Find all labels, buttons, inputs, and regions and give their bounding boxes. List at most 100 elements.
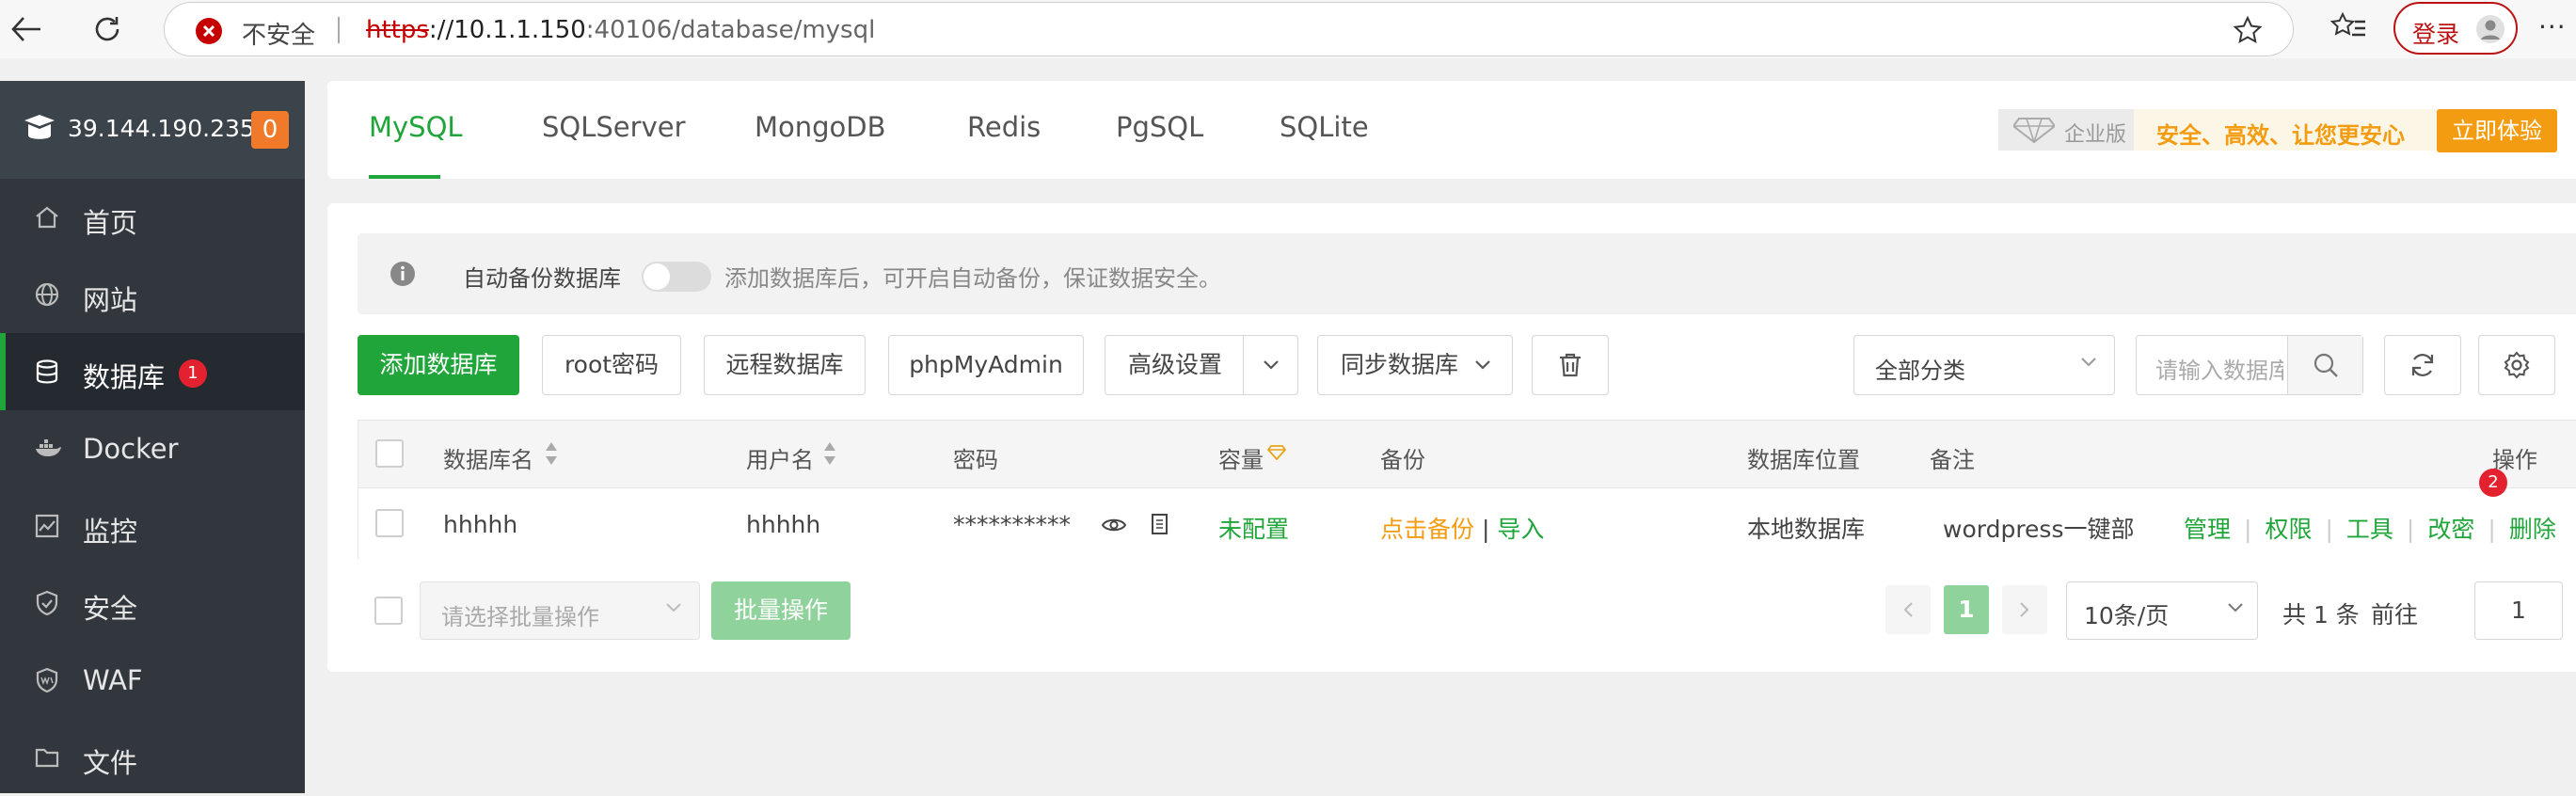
row-checkbox[interactable] (375, 509, 404, 537)
server-count-badge: 0 (251, 111, 289, 149)
sidebar-item-label: WAF (83, 664, 143, 696)
url-host: ://10.1.1.150 (428, 16, 586, 44)
permission-link[interactable]: 权限 (2265, 516, 2312, 543)
sidebar-item-waf[interactable]: WAF (0, 642, 305, 719)
col-remark: 备注 (1930, 447, 1975, 473)
advanced-settings-button[interactable]: 高级设置 (1105, 335, 1298, 395)
settings-button[interactable] (2478, 335, 2555, 395)
tab-mongodb[interactable]: MongoDB (755, 111, 886, 143)
prev-page-button[interactable] (1885, 585, 1931, 634)
add-database-button[interactable]: 添加数据库 (358, 335, 519, 395)
tab-pgsql[interactable]: PgSQL (1116, 111, 1203, 143)
address-bar[interactable]: 不安全 https://10.1.1.150:40106/database/my… (164, 2, 2294, 56)
show-password-eye-icon[interactable] (1102, 516, 1126, 534)
search-button[interactable] (2287, 336, 2362, 394)
backup-separator: | (1481, 516, 1490, 543)
page-size-value: 10条/页 (2084, 602, 2170, 629)
col-database-name[interactable]: 数据库名 (443, 441, 533, 474)
next-page-button[interactable] (2002, 585, 2047, 634)
sidebar-item-label: 安全 (83, 593, 138, 625)
sidebar-item-docker[interactable]: Docker (0, 410, 305, 487)
search-placeholder: 请输入数据库名称/备注 (2155, 358, 2283, 384)
sidebar-item-security[interactable]: 安全 (0, 565, 305, 642)
active-tab-indicator (369, 175, 440, 179)
profile-avatar-icon (2476, 15, 2504, 43)
select-all-checkbox[interactable] (375, 439, 404, 468)
folder-icon (35, 748, 59, 768)
table-row: hhhhh hhhhh ********** 未配置 点击备份 | 导入 本地数… (358, 469, 2576, 559)
category-value: 全部分类 (1875, 358, 1965, 384)
docker-icon (36, 439, 61, 456)
browser-chrome: 不安全 https://10.1.1.150:40106/database/my… (0, 0, 2576, 58)
current-page[interactable]: 1 (1944, 585, 1989, 634)
reload-button[interactable] (87, 8, 128, 50)
sidebar-item-monitor[interactable]: 监控 (0, 487, 305, 565)
favorites-icon[interactable] (2330, 10, 2367, 44)
auto-backup-toggle[interactable] (642, 262, 711, 292)
server-header[interactable]: 39.144.190.235 0 (0, 81, 305, 179)
category-select[interactable]: 全部分类 (1853, 335, 2115, 395)
change-password-link[interactable]: 改密 (2427, 516, 2474, 543)
tab-sqlserver[interactable]: SQLServer (542, 111, 686, 143)
info-icon (390, 262, 415, 286)
login-button[interactable]: 登录 (2393, 2, 2518, 55)
sidebar-item-home[interactable]: 首页 (0, 179, 305, 256)
sidebar-item-database[interactable]: 数据库 1 (0, 333, 305, 410)
root-password-button[interactable]: root密码 (542, 335, 681, 395)
col-password: 密码 (953, 447, 998, 473)
action-divider: | (2325, 516, 2333, 543)
database-search[interactable]: 请输入数据库名称/备注 (2136, 335, 2363, 395)
remote-database-button[interactable]: 远程数据库 (704, 335, 866, 395)
col-username[interactable]: 用户名 (746, 441, 814, 474)
delete-link[interactable]: 删除 (2509, 516, 2556, 543)
login-label: 登录 (2412, 21, 2460, 48)
enterprise-banner[interactable]: 企业版 安全、高效、让您更安心 (1998, 109, 2469, 151)
actions-notification-badge: 2 (2479, 469, 2507, 497)
cell-username: hhhhh (746, 511, 821, 538)
bulk-action-button[interactable]: 批量操作 (711, 581, 851, 640)
chevron-left-icon (1903, 602, 1913, 617)
sort-icon[interactable] (543, 439, 560, 468)
cell-remark[interactable]: wordpress一键部 (1943, 511, 2144, 545)
chevron-down-icon (2228, 603, 2243, 613)
browser-menu-button[interactable]: ··· (2538, 11, 2567, 42)
goto-page-input[interactable]: 1 (2474, 581, 2563, 640)
recycle-bin-button[interactable] (1532, 335, 1609, 395)
footer-select-all-checkbox[interactable] (374, 597, 403, 625)
copy-password-icon[interactable] (1149, 513, 1169, 537)
server-ip: 39.144.190.235 (68, 115, 255, 142)
backup-now-link[interactable]: 点击备份 (1380, 516, 1474, 543)
chevron-down-icon (2081, 358, 2096, 367)
bulk-action-select[interactable]: 请选择批量操作 (420, 581, 700, 640)
sidebar-item-files[interactable]: 文件 (0, 719, 305, 796)
back-button[interactable] (6, 8, 47, 50)
page-size-select[interactable]: 10条/页 (2066, 581, 2258, 640)
sidebar-item-website[interactable]: 网站 (0, 256, 305, 333)
table-header: 数据库名 用户名 密码 容量 备份 数据库位置 备注 操作 (358, 421, 2576, 488)
shield-icon (36, 590, 58, 616)
import-link[interactable]: 导入 (1497, 516, 1544, 543)
sort-icon[interactable] (821, 439, 838, 468)
tools-link[interactable]: 工具 (2346, 516, 2393, 543)
tab-sqlite[interactable]: SQLite (1280, 111, 1369, 143)
chevron-down-icon (1263, 360, 1279, 370)
bulk-action-placeholder: 请选择批量操作 (441, 604, 599, 630)
insecure-label: 不安全 (242, 22, 316, 50)
advanced-settings-label: 高级设置 (1128, 351, 1223, 378)
gear-icon (2504, 351, 2530, 379)
try-now-button[interactable]: 立即体验 (2437, 109, 2557, 152)
refresh-button[interactable] (2384, 335, 2461, 395)
bookmark-star-icon[interactable] (2233, 15, 2263, 45)
tab-redis[interactable]: Redis (967, 111, 1041, 143)
sidebar-item-label: Docker (83, 433, 179, 465)
chevron-down-icon (1475, 360, 1490, 370)
reload-icon (95, 17, 119, 41)
auto-backup-label: 自动备份数据库 (463, 265, 621, 292)
cell-capacity-unconfigured[interactable]: 未配置 (1218, 511, 1289, 545)
advanced-settings-dropdown[interactable] (1243, 336, 1297, 394)
manage-link[interactable]: 管理 (2184, 516, 2231, 543)
tab-mysql[interactable]: MySQL (369, 111, 463, 143)
phpmyadmin-button[interactable]: phpMyAdmin (888, 335, 1084, 395)
sync-database-button[interactable]: 同步数据库 (1317, 335, 1513, 395)
url-path: :40106/database/mysql (585, 16, 876, 44)
